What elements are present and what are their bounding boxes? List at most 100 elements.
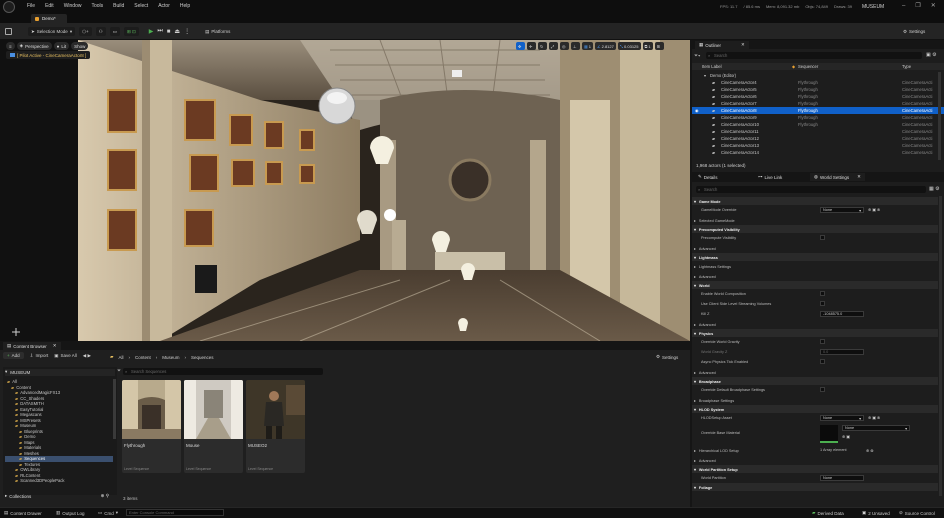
menu-file[interactable]: File — [27, 3, 35, 9]
minimize-button[interactable]: – — [902, 3, 905, 9]
outliner-scrollbar[interactable] — [938, 72, 941, 160]
scale-icon[interactable]: ⤢ — [549, 42, 558, 50]
outliner-row[interactable]: ▰ CineCameraActor14 CineCameraActi — [692, 149, 944, 156]
outliner-actions-icon[interactable]: ▣ ⚙ — [926, 52, 937, 58]
step-icon[interactable]: ⏭ — [157, 28, 162, 35]
array-add-icon[interactable]: ⊕ ⊗ — [866, 448, 873, 453]
asset-tile-mouse[interactable]: Mouse Level Sequence — [184, 380, 243, 473]
property-dropdown[interactable]: None ▾ — [820, 415, 864, 421]
details-row-cat[interactable]: ▾ Foliage — [692, 483, 938, 491]
tab-live-link[interactable]: ⊶ Live Link — [754, 173, 787, 181]
close-tab-icon[interactable]: ✕ — [741, 42, 745, 48]
menu-actor[interactable]: Actor — [158, 3, 170, 9]
more-icon[interactable]: ⋮ — [184, 28, 190, 35]
details-search-input[interactable]: ⌕ Search — [696, 186, 926, 193]
angle-snap-button[interactable]: ∠ 2.8127 — [595, 42, 616, 50]
details-row-sub[interactable]: ▸ Advanced — [692, 271, 938, 281]
asset-tile-museo2[interactable]: MUSEO2 Level Sequence — [246, 380, 305, 473]
level-viewport[interactable]: ≡ ◈ Perspective ● Lit Show [ Pilot Activ… — [0, 40, 690, 341]
details-row-sub[interactable]: ▸ Advanced — [692, 367, 938, 377]
property-dropdown[interactable]: None ▾ — [842, 425, 910, 431]
save-all-button[interactable]: ▣ Save All — [54, 353, 77, 359]
close-tab-icon[interactable]: ✕ — [53, 343, 57, 349]
filter-icon[interactable]: ⏷▾ — [694, 53, 700, 59]
output-log-button[interactable]: ▥ Output Log — [56, 510, 85, 516]
play-icon[interactable]: ▶ — [149, 28, 154, 35]
cinematics-button[interactable]: ▭ — [109, 27, 120, 36]
unreal-logo-icon[interactable] — [3, 1, 15, 13]
outliner-row[interactable]: ▰ CineCameraActor9 Flythrough CineCameraAct… — [692, 114, 944, 121]
perspective-button[interactable]: ◈ Perspective — [16, 42, 52, 50]
select-mode-icon[interactable]: ✥ — [516, 42, 525, 50]
show-button[interactable]: Show — [71, 42, 89, 50]
asset-picker-icons[interactable]: ⊕ ▣ ⊗ — [868, 207, 880, 212]
add-content-button[interactable]: ⬡+ — [79, 27, 92, 36]
details-row-cat[interactable]: ▾ Game Mode — [692, 197, 938, 205]
outliner-row[interactable]: ▰ CineCameraActor10 Flythrough CineCameraAc… — [692, 121, 944, 128]
outliner-row[interactable]: ▰ CineCameraActor6 Flythrough CineCameraAct… — [692, 93, 944, 100]
platforms-button[interactable]: ▤ Platforms — [202, 27, 233, 36]
details-row-sub[interactable]: ▸ Advanced — [692, 319, 938, 329]
property-value-field[interactable]: 0.0 — [820, 349, 864, 355]
content-drawer-button[interactable]: ▤ Content Drawer — [4, 510, 42, 516]
stop-icon[interactable]: ■ — [167, 29, 171, 35]
eye-icon[interactable]: ◉ — [695, 108, 699, 113]
tab-details[interactable]: ✎ Details — [694, 173, 722, 181]
selection-mode-button[interactable]: ➤ Selection Mode ▾ — [28, 27, 76, 36]
collections-section[interactable]: ▸ Collections ⊕ ⚲ — [5, 493, 117, 499]
sources-title[interactable]: ▾ MUSEUM — [5, 369, 30, 375]
filter-icon[interactable]: ⏷ — [117, 368, 121, 374]
material-thumbnail[interactable] — [820, 425, 838, 443]
outliner-row[interactable]: ▰ CineCameraActor13 CineCameraActi — [692, 142, 944, 149]
outliner-row[interactable]: ▰ CineCameraActor11 CineCameraActi — [692, 128, 944, 135]
col-sequencer[interactable]: Sequencer — [798, 64, 818, 69]
outliner-row[interactable]: ▰ CineCameraActor12 CineCameraActi — [692, 135, 944, 142]
maximize-button[interactable]: ❐ — [915, 2, 920, 9]
outliner-tab[interactable]: ▦ Outliner ✕ — [695, 41, 749, 49]
menu-help[interactable]: Help — [180, 3, 190, 9]
breadcrumb-item[interactable]: All — [118, 355, 123, 360]
menu-select[interactable]: Select — [134, 3, 148, 9]
property-dropdown[interactable]: None ▾ — [820, 207, 864, 213]
camera-speed-button[interactable]: ⧉ 1 — [642, 42, 653, 50]
details-row-sub[interactable]: ▸ Advanced — [692, 455, 938, 465]
details-row-sub[interactable]: ▸ Selected GameMode — [692, 215, 938, 225]
maximize-viewport-icon[interactable]: ⊞ — [654, 42, 664, 50]
lit-mode-button[interactable]: ● Lit — [53, 42, 70, 50]
details-row-sub[interactable]: ▸ Broadphase Settings — [692, 395, 938, 405]
asset-picker-icons[interactable]: ⊕ ▣ ⊗ — [868, 415, 880, 420]
property-value-field[interactable]: None — [820, 475, 864, 481]
asset-picker-icons[interactable]: ⊕ ▣ — [842, 434, 850, 439]
breadcrumb-item[interactable]: Museum — [162, 355, 179, 360]
viewport-options-button[interactable]: ≡ — [6, 42, 15, 50]
asset-tile-flythrough[interactable]: Flythrough Level Sequence — [122, 380, 181, 473]
tree-scrollbar[interactable] — [113, 379, 116, 439]
close-tab-icon[interactable]: ✕ — [857, 174, 861, 180]
asset-search-input[interactable]: ⌕ Search Sequences — [123, 368, 323, 375]
property-checkbox[interactable] — [820, 339, 825, 344]
import-button[interactable]: ⇩ Import — [30, 353, 49, 359]
details-row-sub[interactable]: ▸ Advanced — [692, 243, 938, 253]
derived-data-button[interactable]: ▰ Derived Data — [812, 510, 844, 516]
breadcrumb-item[interactable]: Content — [135, 355, 151, 360]
details-row-cat[interactable]: ▾ World — [692, 281, 938, 289]
property-checkbox[interactable] — [820, 359, 825, 364]
content-browser-tab[interactable]: ▤ Content Browser ✕ — [3, 342, 61, 350]
menu-build[interactable]: Build — [113, 3, 124, 9]
details-row-sub[interactable]: ▸ Hierarchical LOD Setup 1 Array element ⊕ … — [692, 445, 938, 455]
outliner-row[interactable]: ▰ CineCameraActor7 Flythrough CineCameraAct… — [692, 100, 944, 107]
menu-tools[interactable]: Tools — [91, 3, 103, 9]
outliner-search-input[interactable]: ⌕ Search — [706, 52, 922, 59]
outliner-root-row[interactable]: ▾ Demo (Editor) — [692, 72, 944, 79]
details-row-cat[interactable]: ▾ Physics — [692, 329, 938, 337]
col-type[interactable]: Type — [902, 64, 911, 69]
cmd-button[interactable]: ▭ Cmd ▾ — [98, 510, 118, 516]
collections-add-icon[interactable]: ⊕ ⚲ — [101, 493, 109, 499]
blueprint-button[interactable]: ⚇ — [95, 27, 106, 36]
outliner-row[interactable]: ▰ CineCameraActor5 Flythrough CineCameraAct… — [692, 86, 944, 93]
tab-world-settings[interactable]: ◍ World Settings ✕ — [810, 173, 865, 181]
save-icon[interactable] — [5, 28, 12, 35]
unsaved-button[interactable]: ▣ 2 Unsaved — [862, 510, 890, 516]
level-tab[interactable]: Demo* — [31, 14, 67, 23]
world-local-icon[interactable]: ◎ — [560, 42, 569, 50]
